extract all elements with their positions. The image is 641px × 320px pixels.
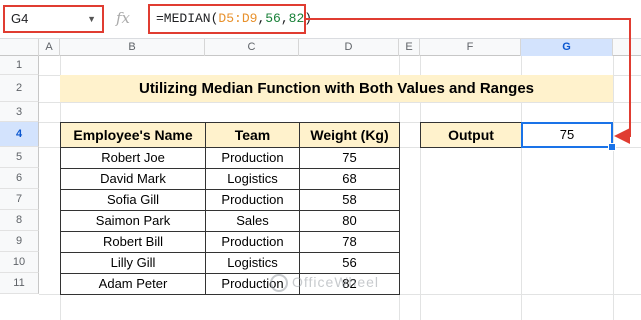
officewheel-logo-icon bbox=[270, 274, 288, 293]
watermark-text: OfficeWheel bbox=[292, 274, 379, 290]
watermark: OfficeWheel bbox=[270, 268, 440, 296]
